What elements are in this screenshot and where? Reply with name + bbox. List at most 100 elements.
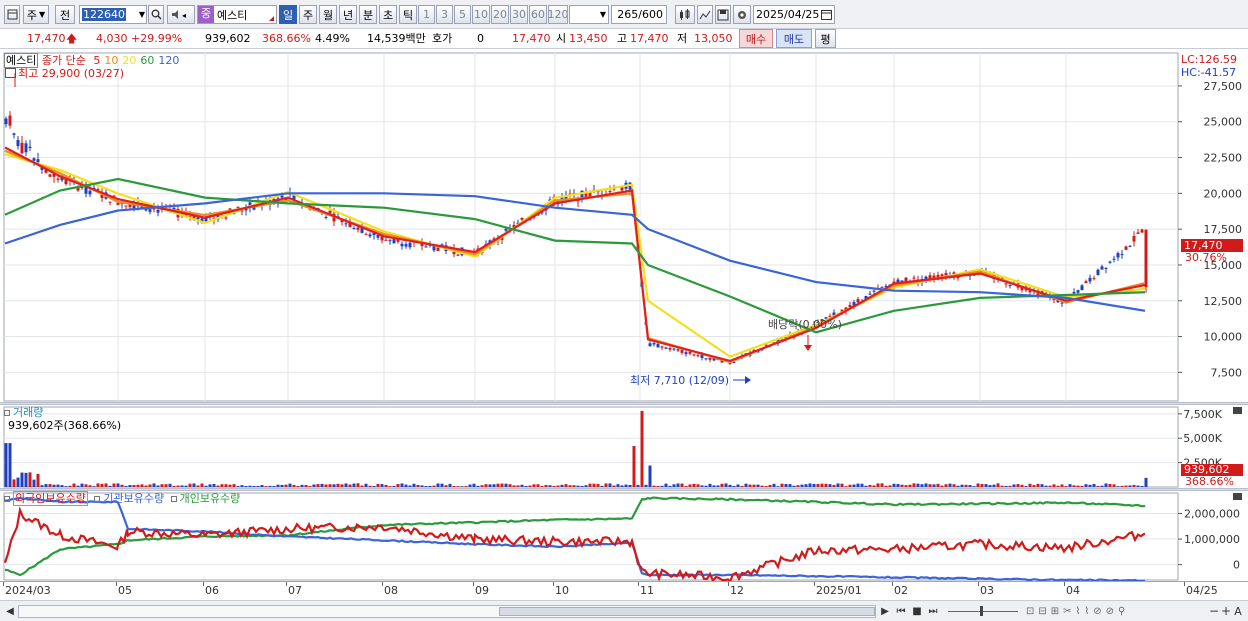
period-button-0[interactable]: 일 <box>279 5 297 24</box>
scroll-track[interactable] <box>18 605 876 618</box>
interval-button-20[interactable]: 20 <box>491 5 509 24</box>
period-button-4[interactable]: 분 <box>359 5 377 24</box>
volume-bar <box>976 483 980 487</box>
volume-bar <box>52 484 56 487</box>
scroll-thumb[interactable] <box>499 607 875 616</box>
zoom-out-icon[interactable]: − <box>1208 604 1220 619</box>
volume-bar <box>64 486 68 487</box>
volume-bar <box>780 483 784 487</box>
holdings-panel[interactable]: 2,000,000 1,000,000 0 외국인보유수량 기관보유수량 개인보유수… <box>0 491 1248 584</box>
stop-icon[interactable]: ■ <box>911 604 923 619</box>
volume-bar <box>316 484 320 487</box>
zoom-in-icon[interactable]: + <box>1220 604 1232 619</box>
date-input[interactable]: 2025/04/25 <box>753 5 835 24</box>
zoom-slider-handle[interactable] <box>980 606 983 616</box>
x-tick-label: 10 <box>555 584 569 597</box>
chevron-down-icon[interactable]: ▼ <box>139 10 145 19</box>
x-tick <box>814 582 815 586</box>
candle <box>368 234 372 237</box>
text-tool-icon[interactable]: A <box>1232 604 1244 619</box>
volume-panel[interactable]: 7,500K5,000K2,500K 거래량 939,602주(368.66%)… <box>0 405 1248 489</box>
volume-bar <box>1092 483 1096 487</box>
interval-button-3[interactable]: 3 <box>436 5 453 24</box>
panel-close-icon[interactable] <box>1233 407 1242 414</box>
interval-custom-select[interactable]: ▼ <box>569 5 609 24</box>
chart-type-icon[interactable] <box>4 5 20 24</box>
volume-bar <box>224 484 228 487</box>
period-button-5[interactable]: 초 <box>379 5 397 24</box>
candle-icon[interactable] <box>675 5 695 24</box>
volume-bar <box>548 485 552 487</box>
volume-bar <box>468 484 472 487</box>
sell-button[interactable]: 매도 <box>776 29 812 48</box>
avg-button[interactable]: 평 <box>815 29 836 48</box>
search-icon[interactable] <box>148 5 164 24</box>
kind-select[interactable]: 주 ▼ <box>23 5 49 24</box>
candle <box>1096 269 1100 275</box>
quote-bar: 17,470 🡅 4,030 +29.99% 939,602 368.66% 4… <box>0 29 1248 49</box>
interval-button-1[interactable]: 1 <box>418 5 435 24</box>
price-chart[interactable]: 27,50025,00022,50020,00017,50015,00012,5… <box>0 51 1248 403</box>
volume-bar <box>164 484 168 487</box>
save-icon[interactable] <box>715 5 731 24</box>
volume-bar <box>108 485 112 487</box>
candle <box>652 343 656 345</box>
price-panel[interactable]: 27,500 25,000 22,500 20,000 17,500 15,000 12,5… <box>0 51 1248 403</box>
volume-bar <box>1084 484 1088 487</box>
zoom-slider[interactable] <box>948 606 1018 616</box>
volume-bar <box>608 483 612 487</box>
volume-bar <box>208 484 212 487</box>
buy-button[interactable]: 매수 <box>739 29 773 48</box>
volume-bar <box>804 484 808 487</box>
period-button-3[interactable]: 년 <box>339 5 357 24</box>
interval-button-60[interactable]: 60 <box>529 5 547 24</box>
volume-bar <box>920 484 924 487</box>
volume-bar <box>128 485 132 487</box>
volume-note: 939,602주(368.66%) <box>8 419 122 432</box>
volume-bar <box>112 483 116 487</box>
period-button-1[interactable]: 주 <box>299 5 317 24</box>
scroll-bar[interactable]: ◀ ▶ ⏮ ■ ⏭ ⊡⊟⊞✂⌇⌇⊘⊘⚲ − + A <box>0 600 1248 621</box>
sound-icon[interactable]: ◂ <box>167 5 195 24</box>
period-button-6[interactable]: 틱 <box>399 5 417 24</box>
volume-bar <box>460 486 464 487</box>
interval-button-30[interactable]: 30 <box>510 5 528 24</box>
volume-bar <box>684 486 688 487</box>
volume-bar <box>516 485 520 487</box>
x-tick <box>203 582 204 586</box>
volume-chart[interactable]: 7,500K5,000K2,500K <box>0 405 1248 489</box>
count-input[interactable]: 265/600 <box>611 5 667 24</box>
forward-icon[interactable]: ⏭ <box>926 604 940 619</box>
interval-button-5[interactable]: 5 <box>454 5 471 24</box>
high-note-text: 최고 29,900 (03/27) <box>18 67 125 80</box>
scroll-right-icon[interactable]: ▶ <box>879 604 891 619</box>
stock-code-input[interactable]: 122640 ▼ <box>79 5 147 24</box>
period-mode-button[interactable]: 전 <box>55 5 75 24</box>
gear-icon[interactable] <box>733 5 751 24</box>
volume-bar <box>868 484 872 487</box>
candle <box>1104 267 1108 269</box>
candle <box>656 343 660 348</box>
interval-button-10[interactable]: 10 <box>472 5 490 24</box>
calendar-icon[interactable] <box>821 9 832 20</box>
candle <box>1112 258 1116 260</box>
indicator-icon[interactable] <box>697 5 713 24</box>
panel-close-icon[interactable] <box>1233 493 1242 500</box>
volume-bar <box>816 484 820 487</box>
volume-bar <box>772 483 776 487</box>
volume-bar <box>232 484 236 487</box>
volume-bar <box>264 486 268 487</box>
candle <box>1008 285 1012 287</box>
period-button-2[interactable]: 월 <box>319 5 337 24</box>
volume-bar <box>948 483 952 487</box>
candle <box>912 277 916 279</box>
volume-bar <box>196 485 200 487</box>
tool-icons[interactable]: ⊡⊟⊞✂⌇⌇⊘⊘⚲ <box>1026 604 1226 619</box>
interval-button-120[interactable]: 120 <box>548 5 568 24</box>
volume-bar <box>324 484 328 487</box>
rewind-icon[interactable]: ⏮ <box>894 604 908 619</box>
y-tick-label: 17,500 <box>1204 223 1243 236</box>
open-label: 시 <box>556 32 567 45</box>
scroll-left-icon[interactable]: ◀ <box>4 604 16 619</box>
stock-name-field[interactable]: 중 예스티 <box>197 5 277 24</box>
